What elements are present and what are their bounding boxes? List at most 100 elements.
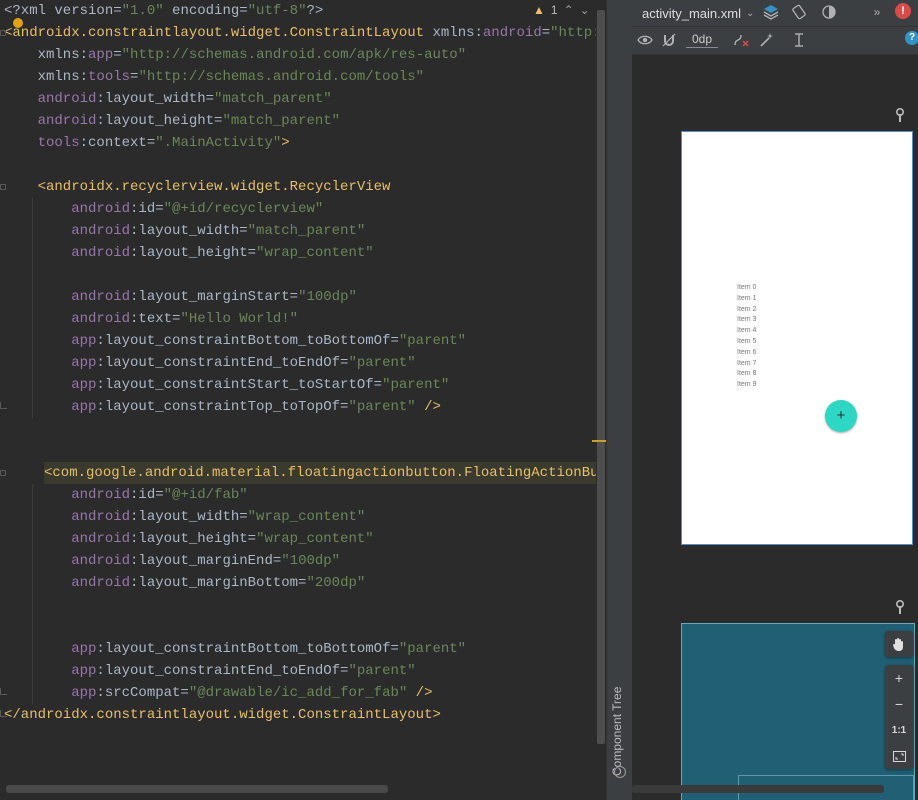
code-line[interactable]: app:layout_constraintBottom_toBottomOf="… — [4, 638, 466, 660]
code-token: android — [4, 487, 131, 503]
code-line[interactable]: android:layout_marginEnd="100dp" — [4, 550, 340, 572]
recycler-item[interactable]: Item 9 — [737, 380, 756, 391]
fold-end-icon[interactable] — [0, 710, 7, 717]
zoom-out-button[interactable]: − — [885, 691, 913, 717]
error-stripe-marker[interactable] — [592, 440, 606, 442]
code-line[interactable]: android:layout_width="match_parent" — [4, 220, 365, 242]
code-token: <androidx.recyclerview.widget.RecyclerVi… — [4, 179, 391, 195]
code-line[interactable]: android:layout_width="wrap_content" — [4, 506, 365, 528]
code-line[interactable]: app:srcCompat="@drawable/ic_add_for_fab"… — [4, 682, 432, 704]
fold-icon[interactable] — [0, 30, 6, 36]
code-token: android — [4, 531, 131, 547]
code-line[interactable]: app:layout_constraintStart_toStartOf="pa… — [4, 374, 449, 396]
code-line[interactable]: android:id="@+id/recyclerview" — [4, 198, 323, 220]
wrench-icon[interactable] — [894, 599, 906, 617]
orientation-icon[interactable] — [788, 1, 810, 23]
code-token: tools — [88, 69, 131, 85]
next-highlight-icon[interactable]: ⌄ — [580, 3, 590, 17]
code-line[interactable]: android:layout_marginStart="100dp" — [4, 286, 357, 308]
code-line[interactable]: <?xml version="1.0" encoding="utf-8"?> — [4, 0, 323, 22]
theme-icon[interactable] — [818, 1, 840, 23]
code-token: android — [4, 245, 131, 261]
fold-end-icon[interactable] — [0, 402, 7, 409]
code-line[interactable]: android:id="@+id/fab" — [4, 484, 247, 506]
recycler-item[interactable]: Item 5 — [737, 337, 756, 348]
recycler-item[interactable]: Item 3 — [737, 315, 756, 326]
code-line[interactable]: android:layout_marginBottom="200dp" — [4, 572, 365, 594]
fold-icon[interactable] — [0, 470, 6, 476]
pan-tool — [885, 631, 913, 657]
code-line[interactable]: app:layout_constraintEnd_toEndOf="parent… — [4, 660, 415, 682]
code-line[interactable]: android:layout_height="match_parent" — [4, 110, 340, 132]
code-line[interactable]: app:layout_constraintBottom_toBottomOf="… — [4, 330, 466, 352]
recycler-item[interactable]: Item 4 — [737, 326, 756, 337]
code-token: app — [4, 333, 97, 349]
code-line[interactable]: android:layout_width="match_parent" — [4, 88, 332, 110]
previous-highlight-icon[interactable]: ⌃ — [564, 3, 574, 17]
code-line[interactable]: tools:context=".MainActivity"> — [4, 132, 290, 154]
magnet-icon[interactable] — [658, 29, 680, 51]
code-line[interactable]: android:text="Hello World!" — [4, 308, 298, 330]
zoom-in-button[interactable]: + — [885, 665, 913, 691]
inspection-widget[interactable]: ▲ 1 ⌃ ⌄ — [527, 0, 596, 20]
more-options-icon[interactable]: » — [866, 1, 888, 23]
code-line[interactable]: <androidx.constraintlayout.widget.Constr… — [4, 22, 596, 44]
default-margin-field[interactable]: 0dp — [686, 31, 718, 48]
editor-vertical-scrollbar[interactable] — [597, 10, 605, 744]
code-line[interactable]: <com.google.android.material.floatingact… — [44, 462, 596, 484]
fold-end-icon[interactable] — [0, 688, 7, 695]
code-token: "utf-8" — [247, 3, 307, 19]
warning-icon: ▲ — [533, 3, 545, 17]
recycler-item[interactable]: Item 2 — [737, 305, 756, 316]
recycler-item[interactable]: Item 8 — [737, 369, 756, 380]
file-selector[interactable]: activity_main.xml ⌄ — [632, 0, 762, 26]
code-line[interactable]: xmlns:app="http://schemas.android.com/ap… — [4, 44, 467, 66]
code-line[interactable]: app:layout_constraintEnd_toEndOf="parent… — [4, 352, 415, 374]
guidelines-icon[interactable] — [788, 29, 810, 51]
zoom-reset-button[interactable]: 1:1 — [885, 717, 913, 743]
code-token: </androidx.constraintlayout.widget.Const… — [4, 707, 441, 723]
wrench-icon[interactable] — [894, 107, 906, 125]
blueprint-preview[interactable] — [681, 623, 915, 800]
recycler-item[interactable]: Item 1 — [737, 294, 756, 305]
help-icon[interactable]: ? — [905, 31, 918, 45]
code-line[interactable]: xmlns:tools="http://schemas.android.com/… — [4, 66, 425, 88]
editor-horizontal-scrollbar[interactable] — [6, 785, 388, 793]
clear-constraints-icon[interactable] — [730, 29, 752, 51]
fold-icon[interactable] — [0, 184, 6, 190]
code-token: "200dp" — [306, 575, 366, 591]
recycler-item[interactable]: Item 6 — [737, 348, 756, 359]
code-line[interactable]: <androidx.recyclerview.widget.RecyclerVi… — [4, 176, 391, 198]
intention-bulb-icon[interactable] — [13, 18, 23, 28]
code-area[interactable]: <?xml version="1.0" encoding="utf-8"?> <a… — [0, 0, 596, 790]
recycler-item[interactable]: Item 7 — [737, 359, 756, 370]
component-tree-icon[interactable] — [614, 766, 626, 778]
recycler-item[interactable]: Item 0 — [737, 283, 756, 294]
code-line[interactable]: </androidx.constraintlayout.widget.Const… — [4, 704, 441, 726]
code-token: "Hello World!" — [180, 311, 299, 327]
design-horizontal-scrollbar[interactable] — [632, 785, 884, 793]
code-token: :srcCompat= — [96, 685, 189, 701]
code-line[interactable]: app:layout_constraintTop_toTopOf="parent… — [4, 396, 441, 418]
component-tree-tab[interactable]: Component Tree — [607, 666, 627, 776]
infer-constraints-icon[interactable] — [755, 29, 777, 51]
recyclerview-preview[interactable]: Item 0 Item 1 Item 2 Item 3 Item 4 Item 5 Item… — [737, 283, 756, 391]
hand-icon[interactable] — [885, 631, 913, 657]
code-token: app — [88, 47, 114, 63]
code-token: :layout_constraintEnd_toEndOf= — [96, 355, 349, 371]
design-toolbar: 0dp ? — [632, 27, 918, 55]
code-editor[interactable]: <?xml version="1.0" encoding="utf-8"?> <a… — [0, 0, 606, 800]
eye-icon[interactable] — [634, 29, 656, 51]
code-token: "match_parent" — [222, 113, 341, 129]
code-line[interactable]: android:layout_height="wrap_content" — [4, 242, 373, 264]
zoom-to-fit-button[interactable] — [885, 743, 913, 769]
code-token: :layout_constraintStart_toStartOf= — [96, 377, 383, 393]
fab-preview[interactable]: + — [825, 400, 857, 432]
design-preview[interactable]: Item 0 Item 1 Item 2 Item 3 Item 4 Item 5 Item… — [681, 131, 913, 545]
layers-icon[interactable] — [760, 1, 782, 23]
code-token: "parent" — [348, 399, 416, 415]
code-token: "parent" — [382, 377, 450, 393]
code-token: app — [4, 641, 97, 657]
code-line[interactable]: android:layout_height="wrap_content" — [4, 528, 373, 550]
error-icon[interactable]: ! — [895, 3, 911, 19]
